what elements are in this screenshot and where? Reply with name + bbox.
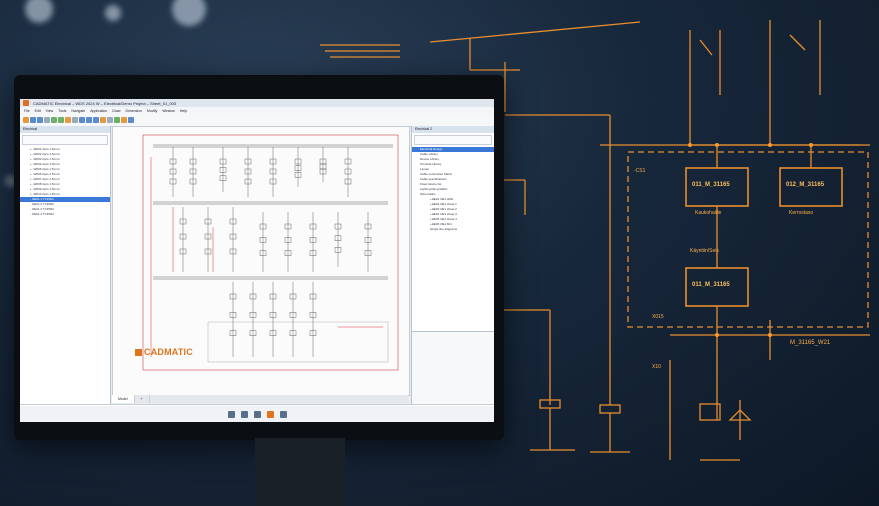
right-panel: Electrical 2 Electrical Design Cable Libr… [411,126,494,412]
save-icon[interactable] [37,117,43,123]
tree-item[interactable]: Single line diagrams [412,227,494,232]
menu-edit[interactable]: Edit [35,109,41,113]
menu-draw[interactable]: Draw [112,109,120,113]
cadmatic-app-icon[interactable] [266,410,274,418]
text-icon[interactable] [100,117,106,123]
overlay-label: -CS1 [634,168,646,174]
window-title: CADMATIC Electrical – WDS 2024 W – Elect… [33,100,177,106]
overlay-label: M_31165_W21 [790,340,831,346]
draw-line-icon[interactable] [65,117,71,123]
start-icon[interactable] [227,410,235,418]
overlay-label: X10 [652,364,661,370]
symbol-icon[interactable] [114,117,120,123]
left-panel-title: Electrical [20,126,110,133]
overlay-label: X015 [652,314,664,320]
cadmatic-mark-icon [135,349,142,356]
tree-item[interactable]: - OE01.4 TCP004 [20,212,110,217]
zoom-in-icon[interactable] [79,117,85,123]
app-logo-icon [23,100,29,106]
tab-model[interactable]: Model [112,395,135,403]
menu-navigate[interactable]: Navigate [71,109,85,113]
zoom-out-icon[interactable] [86,117,92,123]
menu-bar: File Edit View Tools Navigate Applicatio… [20,107,494,114]
overlay-label: Kaukohalde [695,210,722,216]
right-filter-input[interactable] [414,135,492,145]
overlay-label: Kerrostaso [789,210,814,216]
print-icon[interactable] [44,117,50,123]
monitor-stand [255,438,345,506]
menu-tools[interactable]: Tools [58,109,66,113]
overlay-label: Käyntiin/Seis [690,248,719,254]
open-icon[interactable] [30,117,36,123]
menu-window[interactable]: Window [162,109,174,113]
tab-add[interactable]: + [135,395,150,403]
menu-modify[interactable]: Modify [147,109,157,113]
wire-icon[interactable] [121,117,127,123]
search-icon[interactable] [240,410,248,418]
title-bar: CADMATIC Electrical – WDS 2024 W – Elect… [20,99,494,107]
taskbar [20,406,494,422]
settings-icon[interactable] [128,117,134,123]
dimension-icon[interactable] [107,117,113,123]
menu-help[interactable]: Help [180,109,187,113]
app-window: CADMATIC Electrical – WDS 2024 W – Elect… [20,99,494,422]
pan-icon[interactable] [93,117,99,123]
sheet-tabs: Model + [112,395,408,403]
redo-icon[interactable] [58,117,64,123]
menu-view[interactable]: View [46,109,54,113]
right-tree: Electrical Design Cable Library Device Lib… [412,147,494,232]
new-icon[interactable] [23,117,29,123]
undo-icon[interactable] [51,117,57,123]
overlay-box-label: 011_M_31165 [692,282,730,288]
overlay-box-label: 011_M_31165 [692,182,730,188]
file-explorer-icon[interactable] [253,410,261,418]
menu-application[interactable]: Application [90,109,107,113]
cadmatic-logo: CADMATIC [135,347,193,357]
menu-file[interactable]: File [24,109,30,113]
browser-icon[interactable] [279,410,287,418]
properties-pane [412,331,494,412]
left-panel: Electrical + -W001 2pcs 1.5mm² + -W002 2p… [20,126,111,412]
left-search-input[interactable] [22,135,108,145]
layer-icon[interactable] [72,117,78,123]
overlay-box-label: 012_M_31165 [786,182,825,188]
menu-dimension[interactable]: Dimension [126,109,143,113]
left-tree: + -W001 2pcs 1.5mm² + -W002 2pcs 1.5mm² + … [20,147,110,217]
right-panel-title: Electrical 2 [412,126,494,133]
